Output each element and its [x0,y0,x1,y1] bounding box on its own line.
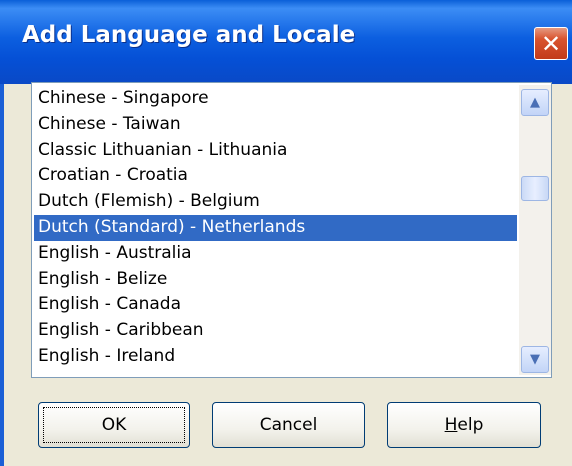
cancel-button[interactable]: Cancel [212,402,365,448]
add-language-dialog: Add Language and Locale ✕ Chinese - Sing… [0,0,572,466]
window-border-left [0,84,4,466]
list-item[interactable]: English - Belize [34,267,517,293]
list-item[interactable]: English - Australia [34,241,517,267]
close-button[interactable]: ✕ [534,27,568,60]
close-icon: ✕ [540,29,562,58]
chevron-up-icon: ▲ [530,95,540,110]
help-label-rest: elp [457,415,484,435]
list-item-selected[interactable]: Dutch (Standard) - Netherlands [34,214,517,241]
list-items: Chinese - Singapore Chinese - Taiwan Cla… [34,86,517,370]
list-item[interactable]: Chinese - Taiwan [34,112,517,138]
chevron-down-icon: ▼ [530,352,540,367]
cancel-button-label: Cancel [259,415,318,435]
help-accelerator-key: H [444,415,458,435]
title-bar[interactable]: Add Language and Locale ✕ [0,0,572,84]
help-button[interactable]: Help [387,402,541,448]
list-item[interactable]: Classic Lithuanian - Lithuania [34,138,517,164]
vertical-scrollbar[interactable]: ▲ ▼ [519,85,551,375]
help-button-label: Help [445,415,484,435]
scroll-thumb[interactable] [521,176,549,201]
language-locale-list[interactable]: Chinese - Singapore Chinese - Taiwan Cla… [31,82,552,378]
list-item[interactable]: Dutch (Flemish) - Belgium [34,189,517,215]
scroll-down-button[interactable]: ▼ [521,346,549,373]
scroll-up-button[interactable]: ▲ [521,89,549,116]
list-item[interactable]: English - Ireland [34,344,517,370]
list-item[interactable]: Chinese - Singapore [34,86,517,112]
dialog-title: Add Language and Locale [22,22,356,48]
focus-ring [43,407,185,443]
list-item[interactable]: English - Canada [34,292,517,318]
ok-button[interactable]: OK [38,402,190,448]
list-item[interactable]: Croatian - Croatia [34,163,517,189]
list-item[interactable]: English - Caribbean [34,318,517,344]
